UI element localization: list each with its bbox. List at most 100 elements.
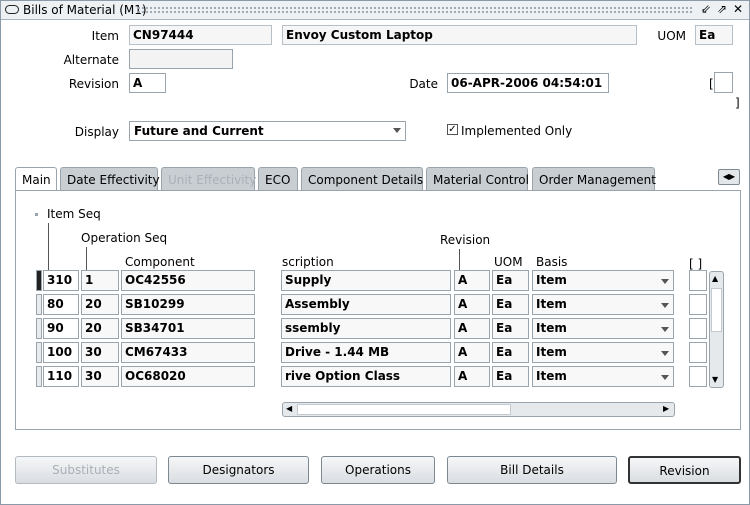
operation-seq-leader (86, 247, 87, 270)
revision-cell[interactable]: A (454, 366, 490, 387)
basis-value: Item (536, 369, 567, 383)
description-cell[interactable]: Supply (281, 270, 451, 291)
component-cell[interactable]: SB34701 (121, 318, 255, 339)
window-menu-icon[interactable] (5, 5, 19, 14)
description-cell[interactable]: rive Option Class (281, 366, 451, 387)
uom-cell[interactable]: Ea (492, 270, 529, 291)
descriptive-flexfield[interactable] (714, 72, 733, 93)
horizontal-scrollbar[interactable]: ◀ ▶ (282, 402, 675, 417)
scroll-right-icon[interactable]: ▶ (663, 404, 669, 413)
flexfield-cell[interactable] (689, 318, 707, 339)
row-indicator[interactable] (36, 342, 42, 363)
operation-seq-cell[interactable]: 1 (81, 270, 119, 291)
window-title: Bills of Material (M1) (23, 3, 147, 17)
display-label: Display (74, 125, 119, 139)
basis-select[interactable]: Item (532, 342, 674, 363)
display-select[interactable]: Future and Current (129, 121, 406, 141)
revision-cell[interactable]: A (454, 318, 490, 339)
chevron-down-icon (661, 375, 669, 380)
tab-material-control[interactable]: Material Control (426, 167, 529, 190)
revision-cell[interactable]: A (454, 342, 490, 363)
basis-select[interactable]: Item (532, 318, 674, 339)
display-select-value: Future and Current (134, 124, 264, 138)
bill-details-button[interactable]: Bill Details (447, 456, 617, 484)
row-indicator[interactable] (36, 294, 42, 315)
item-field[interactable]: CN97444 (129, 25, 272, 45)
uom-field[interactable]: Ea (695, 25, 733, 45)
tab-component-details[interactable]: Component Details (301, 167, 423, 190)
revision-cell[interactable]: A (454, 270, 490, 291)
designators-button[interactable]: Designators (168, 456, 309, 484)
title-bar[interactable]: Bills of Material (M1) ⇙ ⇗ ✕ (1, 1, 749, 20)
tab-scroll-icon[interactable]: ◀▶ (718, 169, 740, 185)
scroll-up-icon[interactable]: ▲ (712, 274, 718, 283)
description-cell[interactable]: Drive - 1.44 MB (281, 342, 451, 363)
revision-cell[interactable]: A (454, 294, 490, 315)
flexfield-cell[interactable] (689, 294, 707, 315)
item-seq-cell[interactable]: 110 (43, 366, 79, 387)
scroll-down-icon[interactable]: ▼ (712, 375, 718, 384)
chevron-down-icon (393, 128, 401, 133)
basis-value: Item (536, 321, 567, 335)
row-indicator-current[interactable] (36, 270, 42, 291)
basis-value: Item (536, 297, 567, 311)
row-indicator[interactable] (36, 318, 42, 339)
tab-date-effectivity[interactable]: Date Effectivity (60, 167, 160, 190)
alternate-field[interactable] (129, 49, 233, 69)
item-seq-cell[interactable]: 310 (43, 270, 79, 291)
component-cell[interactable]: CM67433 (121, 342, 255, 363)
uom-cell[interactable]: Ea (492, 366, 529, 387)
revision-label: Revision (68, 77, 119, 91)
flexfield-cell[interactable] (689, 342, 707, 363)
item-seq-cell[interactable]: 90 (43, 318, 79, 339)
uom-cell[interactable]: Ea (492, 318, 529, 339)
basis-select[interactable]: Item (532, 294, 674, 315)
item-seq-cell[interactable]: 80 (43, 294, 79, 315)
item-label: Item (91, 29, 119, 43)
component-cell[interactable]: OC68020 (121, 366, 255, 387)
component-cell[interactable]: SB10299 (121, 294, 255, 315)
component-header: Component (125, 255, 195, 269)
revision-header: Revision (440, 233, 491, 247)
item-seq-cell[interactable]: 100 (43, 342, 79, 363)
flexfield-cell[interactable] (689, 366, 707, 387)
tab-eco[interactable]: ECO (258, 167, 298, 190)
operation-seq-header: Operation Seq (81, 231, 168, 245)
bills-of-material-window: Bills of Material (M1) ⇙ ⇗ ✕ Item CN9744… (0, 0, 750, 505)
flexfield-bracket-close: ] (735, 96, 740, 110)
revision-button[interactable]: Revision (628, 456, 741, 484)
close-icon[interactable]: ✕ (731, 2, 745, 17)
scroll-left-icon[interactable]: ◀ (286, 404, 292, 413)
implemented-only-label: Implemented Only (461, 124, 573, 138)
operations-button[interactable]: Operations (321, 456, 435, 484)
operation-seq-cell[interactable]: 30 (81, 342, 119, 363)
tab-order-management[interactable]: Order Management (532, 167, 656, 190)
basis-select[interactable]: Item (532, 270, 674, 291)
description-cell[interactable]: ssembly (281, 318, 451, 339)
vertical-scroll-thumb[interactable] (711, 288, 722, 332)
implemented-only-checkbox[interactable]: ✓ (447, 124, 458, 135)
uom-cell[interactable]: Ea (492, 294, 529, 315)
basis-select[interactable]: Item (532, 366, 674, 387)
operation-seq-cell[interactable]: 20 (81, 294, 119, 315)
minimize-icon[interactable]: ⇙ (699, 2, 713, 17)
row-indicator[interactable] (36, 366, 42, 387)
chevron-down-icon (661, 279, 669, 284)
operation-seq-cell[interactable]: 20 (81, 318, 119, 339)
description-header: scription (282, 255, 334, 269)
component-cell[interactable]: OC42556 (121, 270, 255, 291)
description-cell[interactable]: Assembly (281, 294, 451, 315)
basis-header: Basis (536, 255, 568, 269)
basis-value: Item (536, 345, 567, 359)
operation-seq-cell[interactable]: 30 (81, 366, 119, 387)
flexfield-cell[interactable] (689, 270, 707, 291)
alternate-label: Alternate (63, 53, 119, 67)
uom-cell[interactable]: Ea (492, 342, 529, 363)
vertical-scrollbar[interactable]: ▲ ▼ (709, 271, 724, 388)
maximize-icon[interactable]: ⇗ (715, 2, 729, 17)
tab-main[interactable]: Main (15, 167, 57, 191)
horizontal-scroll-thumb[interactable] (297, 404, 511, 415)
item-description-field[interactable]: Envoy Custom Laptop (282, 25, 637, 45)
date-field[interactable]: 06-APR-2006 04:54:01 (447, 73, 609, 93)
revision-field[interactable]: A (129, 73, 166, 93)
